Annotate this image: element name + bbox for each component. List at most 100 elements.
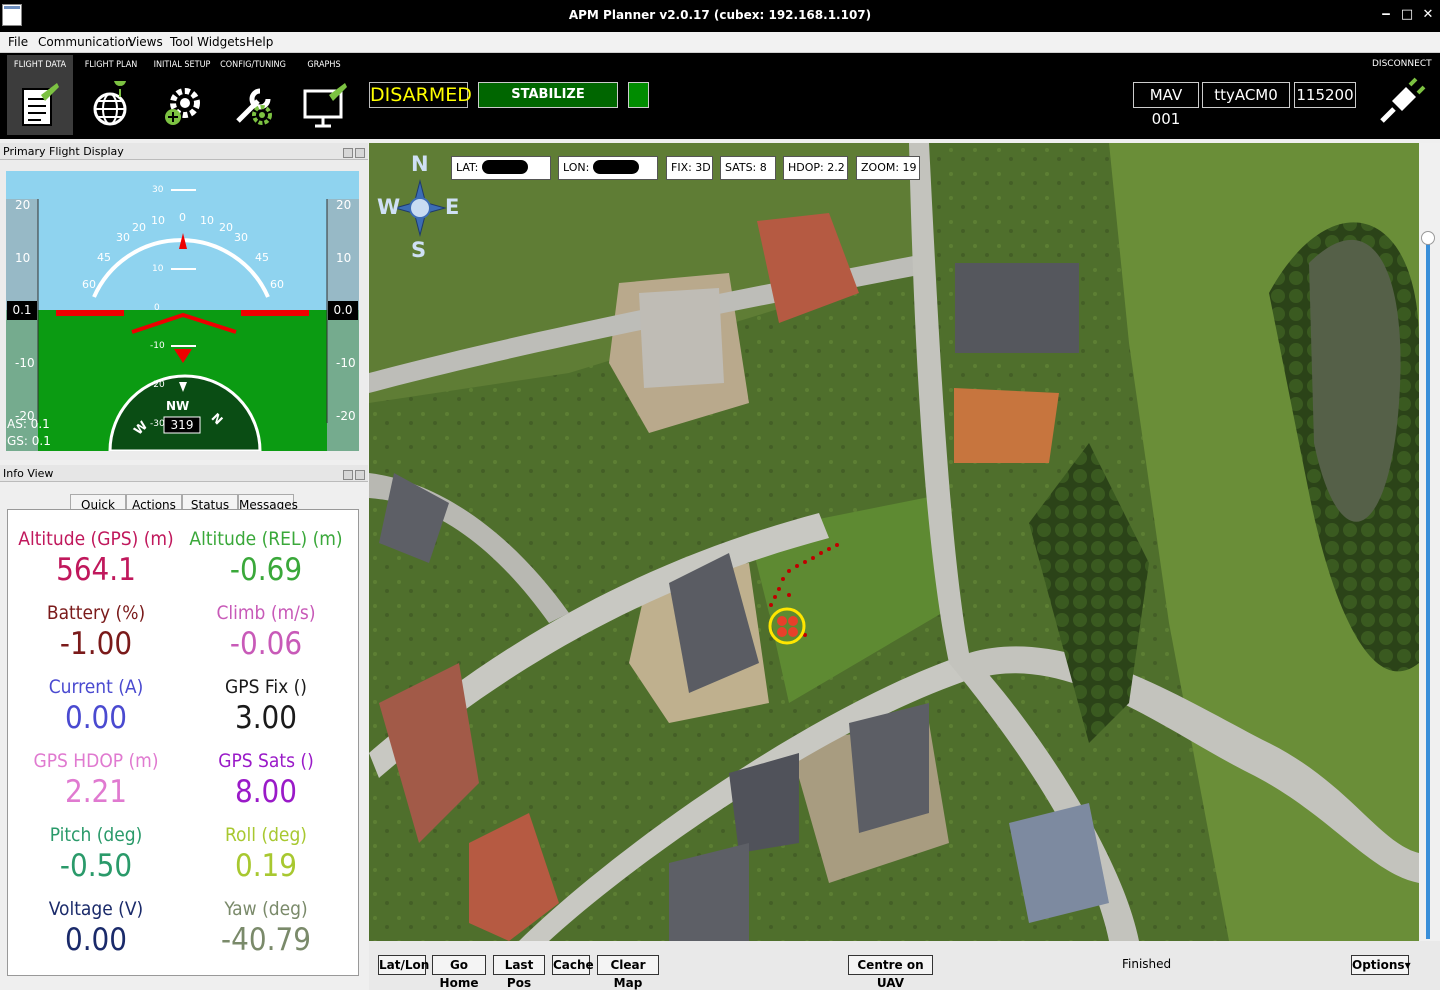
- metric-tile: GPS Sats () 8.00: [178, 750, 354, 812]
- main-toolbar: FLIGHT DATA FLIGHT PLAN INITIAL SETUP CO…: [0, 53, 1440, 139]
- satellite-map[interactable]: N S E W: [369, 143, 1419, 941]
- metric-label: Yaw (deg): [224, 898, 308, 920]
- mav-id-field[interactable]: MAV 001: [1133, 82, 1199, 128]
- metric-tile: Current (A) 0.00: [8, 676, 184, 738]
- compass-s-label: S: [411, 238, 427, 262]
- metric-value: 0.19: [234, 848, 298, 884]
- latlon-button[interactable]: Lat/Lon: [378, 955, 429, 975]
- tab-config-tuning[interactable]: CONFIG/TUNING: [220, 55, 286, 135]
- compass-w-label: W: [377, 195, 401, 219]
- left-tape-upper: 10: [15, 251, 31, 265]
- disconnect-label: DISCONNECT: [1372, 59, 1432, 69]
- clear-map-button[interactable]: Clear Map: [597, 955, 659, 990]
- window-title: APM Planner v2.0.17 (cubex: 192.168.1.10…: [568, 8, 872, 22]
- info-panel-header: Info View: [0, 465, 368, 482]
- arm-state-indicator: DISARMED: [369, 82, 472, 108]
- tab-initial-setup[interactable]: INITIAL SETUP: [149, 55, 215, 135]
- airspeed-readout: AS: 0.1: [7, 417, 50, 431]
- metric-tile: Yaw (deg) -40.79: [178, 898, 354, 960]
- menu-communication[interactable]: Communication: [38, 35, 133, 49]
- metric-value: 8.00: [234, 774, 298, 810]
- metric-label: GPS Fix (): [225, 676, 307, 698]
- zoom-slider[interactable]: [1419, 143, 1440, 941]
- panel-float-button[interactable]: [343, 148, 353, 158]
- metric-label: Altitude (GPS) (m): [18, 528, 174, 550]
- close-button[interactable]: ✕: [1420, 7, 1436, 22]
- roll-tick-right-20: 20: [219, 221, 233, 234]
- primary-flight-display: 20 10 0.1 -10 -20 20 10 0.0 -10 -20 60 4…: [6, 171, 359, 451]
- metric-tile: GPS HDOP (m) 2.21: [8, 750, 184, 812]
- pitch-label-minus-30: -30: [150, 419, 165, 429]
- metric-tile: Altitude (REL) (m) -0.69: [178, 528, 354, 590]
- gps-fix-readout: FIX: 3D: [666, 156, 713, 180]
- menu-views[interactable]: Views: [128, 35, 163, 49]
- metric-tile: Voltage (V) 0.00: [8, 898, 184, 960]
- tab-graphs[interactable]: GRAPHS: [291, 55, 357, 135]
- metric-label: Roll (deg): [225, 824, 307, 846]
- roll-tick-right-30: 30: [234, 231, 248, 244]
- link-status-light: [628, 82, 649, 108]
- metric-tile: Altitude (GPS) (m) 564.1: [8, 528, 184, 590]
- metric-tile: Battery (%) -1.00: [8, 602, 184, 664]
- roll-tick-left-10: 10: [151, 214, 165, 227]
- heading-direction: NW: [166, 399, 190, 413]
- metric-label: Climb (m/s): [216, 602, 316, 624]
- groundspeed-readout: GS: 0.1: [7, 434, 51, 448]
- roll-tick-right-10: 10: [200, 214, 214, 227]
- pitch-label-10: 10: [152, 264, 164, 274]
- panel-close-button[interactable]: [355, 148, 365, 158]
- left-tape-top: 20: [15, 198, 31, 212]
- maximize-button[interactable]: □: [1399, 7, 1415, 22]
- menu-tool-widgets[interactable]: Tool Widgets: [170, 35, 246, 49]
- left-tape-lower: -10: [15, 356, 35, 370]
- go-home-button[interactable]: Go Home: [432, 955, 486, 990]
- flight-data-icon: [22, 83, 59, 126]
- globe-icon: [93, 81, 127, 126]
- baud-field[interactable]: 115200: [1294, 82, 1356, 108]
- info-float-button[interactable]: [343, 470, 353, 480]
- options-button[interactable]: Options▾: [1351, 955, 1411, 975]
- menu-file[interactable]: File: [8, 35, 28, 49]
- right-tape-value: 0.0: [328, 301, 358, 320]
- redacted-value: [481, 160, 528, 174]
- map-bottom-bar: Lat/Lon Go Home Last Pos Cache Clear Map…: [369, 941, 1440, 990]
- roll-tick-left-45: 45: [97, 251, 111, 264]
- info-close-button[interactable]: [355, 470, 365, 480]
- heading-value: 319: [170, 418, 194, 432]
- dropdown-arrow-icon: ▾: [1404, 958, 1411, 972]
- metric-value: 2.21: [64, 774, 128, 810]
- metric-tile: GPS Fix () 3.00: [178, 676, 354, 738]
- metric-value: -0.50: [59, 848, 133, 884]
- metric-tile: Pitch (deg) -0.50: [8, 824, 184, 886]
- metric-label: Voltage (V): [48, 898, 144, 920]
- redacted-value: [592, 160, 639, 174]
- metric-value: -0.69: [229, 552, 303, 588]
- gps-sats-readout: SATS: 8: [720, 156, 776, 180]
- menu-bar: File Communication Views Tool Widgets He…: [0, 32, 1440, 53]
- cache-button[interactable]: Cache: [552, 955, 594, 975]
- right-tape-top: 20: [336, 198, 352, 212]
- menu-help[interactable]: Help: [246, 35, 273, 49]
- metric-value: 0.00: [64, 922, 128, 958]
- tab-flight-plan[interactable]: FLIGHT PLAN: [78, 55, 144, 135]
- port-field[interactable]: ttyACM0: [1202, 82, 1290, 108]
- roll-tick-left-20: 20: [132, 221, 146, 234]
- map-status-text: Finished: [1122, 957, 1172, 971]
- metric-tile: Climb (m/s) -0.06: [178, 602, 354, 664]
- pfd-panel-header: Primary Flight Display: [0, 143, 368, 160]
- minimize-button[interactable]: ‒: [1378, 7, 1394, 22]
- last-pos-button[interactable]: Last Pos: [493, 955, 545, 990]
- latitude-readout: LAT:: [451, 156, 551, 180]
- metric-label: GPS HDOP (m): [33, 750, 159, 772]
- zoom-readout: ZOOM: 19: [856, 156, 920, 180]
- zoom-slider-handle[interactable]: [1421, 231, 1435, 245]
- roll-tick-right-45: 45: [255, 251, 269, 264]
- tab-flight-data[interactable]: FLIGHT DATA: [7, 55, 73, 135]
- flight-mode-indicator[interactable]: STABILIZE: [478, 82, 618, 108]
- disconnect-plug-icon[interactable]: [1372, 75, 1428, 131]
- metric-label: Battery (%): [46, 602, 146, 624]
- metric-label: Current (A): [48, 676, 144, 698]
- metric-value: -40.79: [221, 922, 311, 958]
- metric-label: Pitch (deg): [49, 824, 143, 846]
- centre-on-uav-button[interactable]: Centre on UAV: [848, 955, 933, 990]
